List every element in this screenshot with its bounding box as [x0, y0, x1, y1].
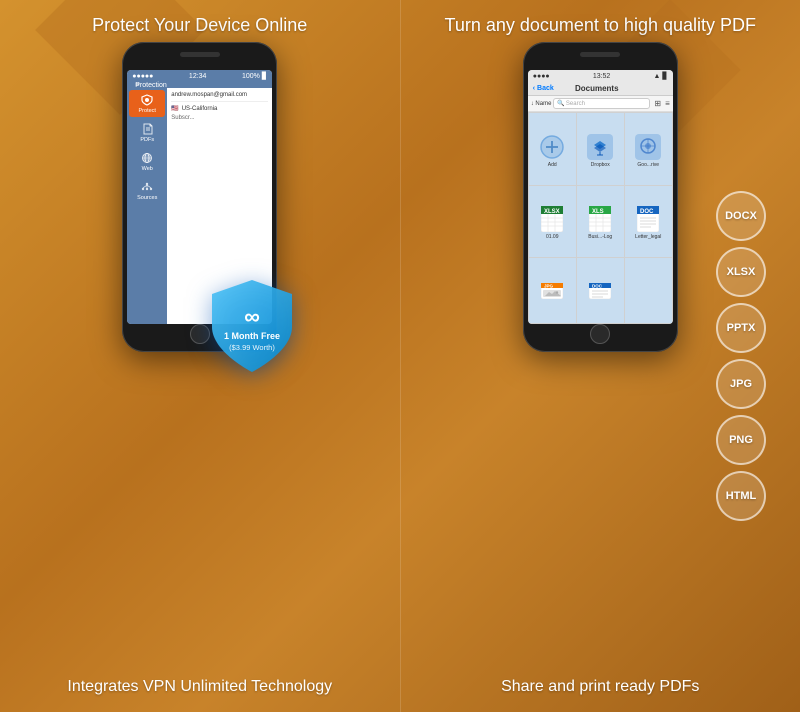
add-label: Add: [548, 162, 557, 168]
web-icon: [140, 151, 154, 165]
back-button[interactable]: ‹ Back: [533, 85, 554, 92]
right-screen: ●●●● 13:52 ▲ ▊ ‹ Back Documents: [528, 70, 673, 324]
format-badge-pptx: PPTX: [716, 303, 766, 353]
format-badge-xlsx: XLSX: [716, 247, 766, 297]
drive-cell[interactable]: Goo...rive: [625, 113, 672, 184]
doc2-cell[interactable]: DOC: [577, 258, 624, 323]
doc-icon: DOC: [634, 205, 662, 233]
main-columns: Protect Your Device Online ●●●●● 1: [0, 0, 800, 712]
right-column: Turn any document to high quality PDF ●●…: [401, 0, 800, 712]
right-phone-wrapper: ●●●● 13:52 ▲ ▊ ‹ Back Documents: [523, 47, 678, 352]
status-battery: 100% ▊: [242, 72, 267, 80]
vpn-subscribe: Subscr...: [171, 115, 268, 121]
right-iphone: ●●●● 13:52 ▲ ▊ ‹ Back Documents: [523, 42, 678, 352]
protect-icon: [140, 93, 154, 107]
doc-file-label: Letter_legal: [635, 234, 661, 240]
xlsx-icon: XLSX: [538, 205, 566, 233]
right-phone-area: ●●●● 13:52 ▲ ▊ ‹ Back Documents: [523, 47, 678, 667]
background: Protect Your Device Online ●●●●● 1: [0, 0, 800, 712]
vpn-sidebar: Protect: [127, 88, 167, 324]
dropbox-icon: [586, 133, 614, 161]
drive-icon: [634, 133, 662, 161]
docs-status-bar: ●●●● 13:52 ▲ ▊: [528, 70, 673, 82]
left-bottom-text: Integrates VPN Unlimited Technology: [47, 667, 352, 712]
docs-status-right: ▲ ▊: [653, 72, 667, 80]
sidebar-sources-label: Sources: [137, 195, 157, 201]
sidebar-item-protect[interactable]: Protect: [129, 90, 165, 117]
docs-nav-title: Documents: [575, 84, 619, 93]
list-view-icon[interactable]: ≡: [665, 99, 670, 108]
status-time: 12:34: [189, 73, 207, 80]
left-column: Protect Your Device Online ●●●●● 1: [0, 0, 401, 712]
format-badge-png: PNG: [716, 415, 766, 465]
docs-status-dots: ●●●●: [533, 73, 550, 80]
sidebar-pdfs-label: PDFs: [140, 137, 154, 143]
status-dots: ●●●●●: [132, 73, 153, 80]
sources-icon: [140, 180, 154, 194]
right-headline: Turn any document to high quality PDF: [425, 0, 777, 47]
format-badge-jpg: JPG: [716, 359, 766, 409]
pdf-icon: [140, 122, 154, 136]
sidebar-protect-label: Protect: [139, 108, 156, 114]
format-badge-docx: DOCX: [716, 191, 766, 241]
location-label: US-California: [182, 106, 218, 112]
dropbox-label: Dropbox: [591, 162, 610, 168]
svg-text:DOC: DOC: [592, 284, 603, 289]
format-badges-container: DOCX XLSX PPTX JPG PNG HTML: [716, 191, 766, 521]
docs-toolbar: ↓ Name 🔍 Search ⊞ ≡: [528, 96, 673, 112]
drive-label: Goo...rive: [637, 162, 659, 168]
docs-app-screen: ●●●● 13:52 ▲ ▊ ‹ Back Documents: [528, 70, 673, 324]
vpn-location: 🇺🇸 US-California: [171, 105, 268, 112]
docs-grid: Add: [528, 112, 673, 324]
svg-text:∞: ∞: [244, 304, 260, 329]
iphone-home-button-right[interactable]: [590, 324, 610, 344]
empty-cell: [625, 258, 672, 323]
sidebar-item-pdfs[interactable]: PDFs: [129, 119, 165, 146]
sidebar-web-label: Web: [142, 166, 153, 172]
user-email: andrew.mospan@gmail.com: [171, 92, 268, 102]
svg-text:XLSX: XLSX: [544, 209, 560, 215]
left-phone-wrapper: ●●●●● 12:34 100% ▊ ≡ Protection: [122, 47, 277, 352]
shield-overlay: ∞ 1 Month Free ($3.99 Worth): [197, 272, 292, 367]
add-file-cell[interactable]: Add: [529, 113, 576, 184]
vpn-nav-title: Protection: [135, 82, 167, 89]
iphone-speaker: [180, 52, 220, 57]
search-bar[interactable]: 🔍 Search: [553, 98, 650, 109]
sidebar-item-web[interactable]: Web: [129, 148, 165, 175]
search-placeholder: Search: [566, 101, 585, 107]
vpn-status-bar: ●●●●● 12:34 100% ▊: [127, 70, 272, 82]
svg-text:DOC: DOC: [640, 209, 654, 215]
xlsx-cell[interactable]: XLSX: [529, 186, 576, 257]
right-bottom-text: Share and print ready PDFs: [481, 667, 719, 712]
jpg-cell[interactable]: JPG: [529, 258, 576, 323]
docs-nav-bar: ‹ Back Documents: [528, 82, 673, 96]
sidebar-item-sources[interactable]: Sources: [129, 177, 165, 204]
add-icon: [538, 133, 566, 161]
svg-text:($3.99 Worth): ($3.99 Worth): [229, 343, 275, 352]
left-iphone: ●●●●● 12:34 100% ▊ ≡ Protection: [122, 42, 277, 352]
xls-cell[interactable]: XLS: [577, 186, 624, 257]
grid-view-icon[interactable]: ⊞: [654, 99, 661, 108]
dropbox-cell[interactable]: Dropbox: [577, 113, 624, 184]
jpg-icon: JPG: [538, 277, 566, 305]
svg-text:1 Month Free: 1 Month Free: [224, 331, 280, 341]
format-badge-html: HTML: [716, 471, 766, 521]
xls-file-label: Busi...-Log: [588, 234, 612, 240]
xls-icon: XLS: [586, 205, 614, 233]
docs-status-time: 13:52: [593, 73, 611, 80]
left-phone-area: ●●●●● 12:34 100% ▊ ≡ Protection: [122, 47, 277, 667]
flag-icon: 🇺🇸: [171, 105, 178, 112]
doc-cell[interactable]: DOC Letter_legal: [625, 186, 672, 257]
svg-text:XLS: XLS: [592, 209, 604, 215]
iphone-speaker-right: [580, 52, 620, 57]
doc2-icon: DOC: [586, 277, 614, 305]
svg-text:JPG: JPG: [544, 284, 554, 289]
sort-button[interactable]: ↓ Name: [531, 101, 552, 107]
left-headline: Protect Your Device Online: [72, 0, 327, 47]
xlsx-file-label: 01.09: [546, 234, 559, 240]
search-icon: 🔍: [557, 100, 564, 107]
